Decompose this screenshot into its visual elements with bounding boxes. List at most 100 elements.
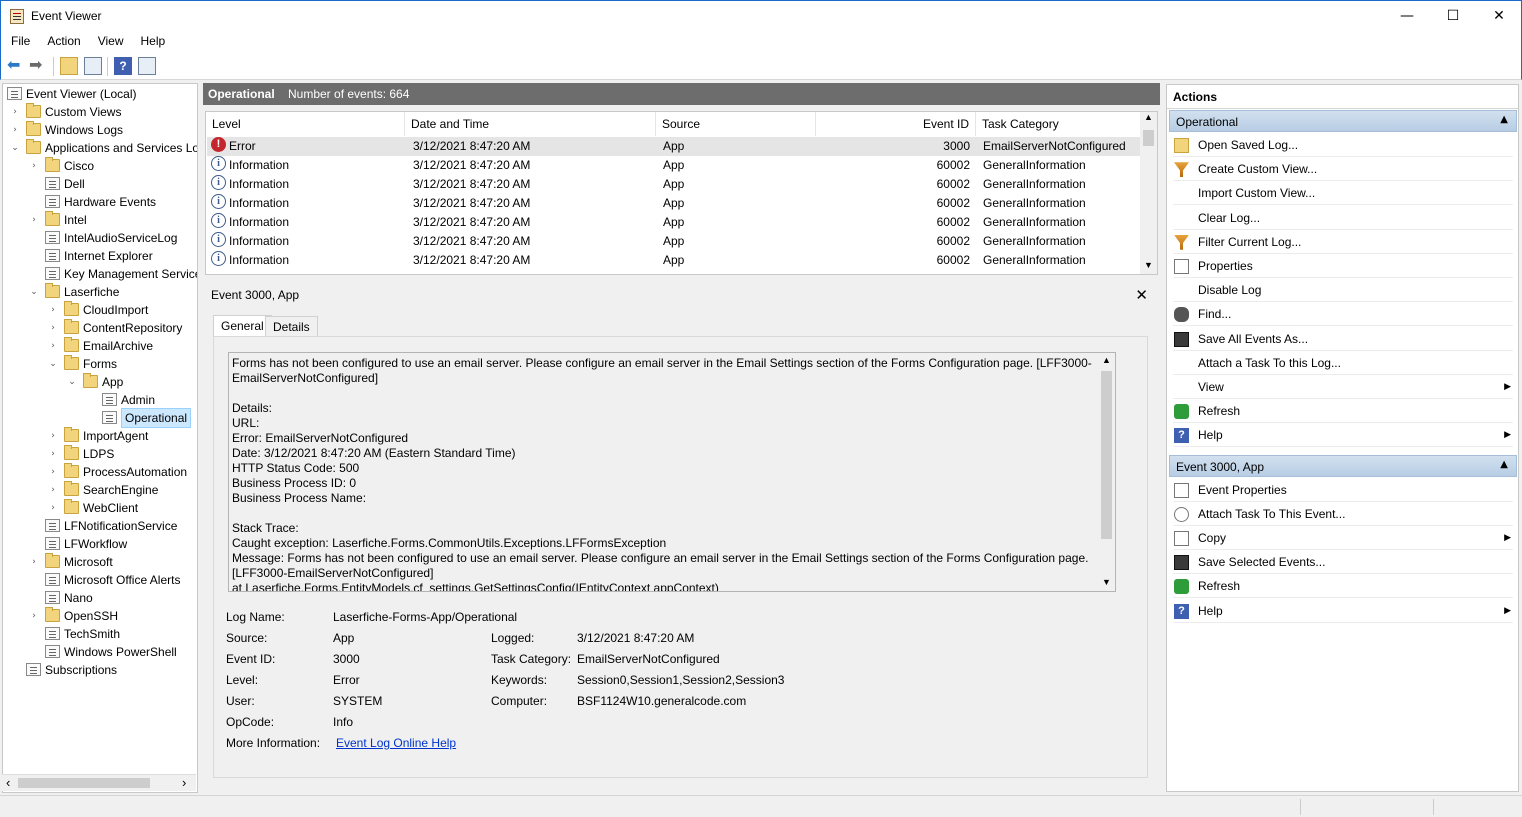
scroll-left-icon[interactable]: ‹ <box>6 775 10 790</box>
tree-item[interactable]: Subscriptions <box>3 661 197 679</box>
tree-item[interactable]: › Cisco <box>3 157 197 175</box>
tree-item[interactable]: › WebClient <box>3 499 197 517</box>
tree-item[interactable]: TechSmith <box>3 625 197 643</box>
tree-item[interactable]: › OpenSSH <box>3 607 197 625</box>
event-row[interactable]: i Information 3/12/2021 8:47:20 AM App Gener… <box>207 232 1141 251</box>
actions-section-header[interactable]: Event 3000, App ▲ <box>1169 454 1517 477</box>
tree-item[interactable]: LFWorkflow <box>3 535 197 553</box>
tree-item[interactable]: › ProcessAutomation <box>3 463 197 481</box>
menu-file[interactable]: File <box>1 31 37 48</box>
title-bar[interactable]: Event Viewer — ☐ ✕ <box>0 0 1522 31</box>
action-help[interactable]: ? Help ▶ <box>1173 424 1513 448</box>
tree-item[interactable]: › EmailArchive <box>3 337 197 355</box>
expand-chevron-icon[interactable]: › <box>48 481 58 499</box>
event-description[interactable]: Forms has not been configured to use an … <box>228 352 1116 592</box>
column-event-id[interactable]: Event ID <box>816 112 976 136</box>
expand-chevron-icon[interactable]: › <box>48 463 58 481</box>
event-row[interactable]: i Information 3/12/2021 8:47:20 AM App Gener… <box>207 251 1141 270</box>
collapse-chevron-icon[interactable]: ⌄ <box>10 139 20 157</box>
tree-item[interactable]: › Windows Logs <box>3 121 197 139</box>
collapse-chevron-icon[interactable]: ⌄ <box>67 373 77 391</box>
scroll-down-icon[interactable]: ▼ <box>1144 260 1153 270</box>
close-detail-icon[interactable]: ✕ <box>1135 286 1148 304</box>
action-save-all-events-as[interactable]: Save All Events As... <box>1173 328 1513 351</box>
expand-chevron-icon[interactable]: › <box>48 337 58 355</box>
tree-item[interactable]: IntelAudioServiceLog <box>3 229 197 247</box>
tree-item[interactable]: › ImportAgent <box>3 427 197 445</box>
description-scrollbar[interactable]: ▲ ▼ <box>1098 353 1115 591</box>
collapse-chevron-icon[interactable]: ⌄ <box>29 283 39 301</box>
tree-item[interactable]: LFNotificationService <box>3 517 197 535</box>
event-log-online-help-link[interactable]: Event Log Online Help <box>336 736 456 750</box>
scroll-thumb[interactable] <box>18 778 150 788</box>
expand-chevron-icon[interactable]: › <box>29 553 39 571</box>
action-attach-task-to-this-event[interactable]: Attach Task To This Event... <box>1173 503 1513 526</box>
tree-item[interactable]: › CloudImport <box>3 301 197 319</box>
expand-chevron-icon[interactable]: › <box>29 157 39 175</box>
column-level[interactable]: Level <box>206 112 405 136</box>
tree-item[interactable]: Microsoft Office Alerts <box>3 571 197 589</box>
forward-arrow-icon[interactable]: ➡ <box>29 57 47 75</box>
action-disable-log[interactable]: Disable Log <box>1173 279 1513 303</box>
scroll-down-icon[interactable]: ▼ <box>1102 577 1111 587</box>
action-open-saved-log[interactable]: Open Saved Log... <box>1173 134 1513 157</box>
tree-item[interactable]: Dell <box>3 175 197 193</box>
menu-action[interactable]: Action <box>37 31 87 48</box>
up-folder-icon[interactable] <box>60 57 78 75</box>
action-view[interactable]: View ▶ <box>1173 376 1513 399</box>
event-row[interactable]: i Information 3/12/2021 8:47:20 AM App Gener… <box>207 156 1141 175</box>
show-hide-action-pane-icon[interactable] <box>138 57 156 75</box>
expand-chevron-icon[interactable]: › <box>29 211 39 229</box>
tree-item[interactable]: › Custom Views <box>3 103 197 121</box>
action-event-properties[interactable]: Event Properties <box>1173 479 1513 502</box>
menu-view[interactable]: View <box>88 31 131 48</box>
action-clear-log[interactable]: Clear Log... <box>1173 207 1513 230</box>
column-date-time[interactable]: Date and Time <box>405 112 656 136</box>
tree-item[interactable]: ⌄ Laserfiche <box>3 283 197 301</box>
event-row[interactable]: i Information 3/12/2021 8:47:20 AM App Gener… <box>207 213 1141 232</box>
event-row[interactable]: ! Error 3/12/2021 8:47:20 AM App EmailServer… <box>207 137 1141 156</box>
expand-chevron-icon[interactable]: › <box>10 103 20 121</box>
action-copy[interactable]: Copy ▶ <box>1173 527 1513 550</box>
tree-item[interactable]: Operational <box>3 408 197 428</box>
tree-item[interactable]: Nano <box>3 589 197 607</box>
event-row[interactable]: i Information 3/12/2021 8:47:20 AM App Gener… <box>207 194 1141 213</box>
tree-item[interactable]: › Microsoft <box>3 553 197 571</box>
action-filter-current-log[interactable]: Filter Current Log... <box>1173 231 1513 254</box>
tab-details[interactable]: Details <box>265 316 318 337</box>
action-import-custom-view[interactable]: Import Custom View... <box>1173 182 1513 206</box>
back-arrow-icon[interactable]: ⬅ <box>7 57 25 75</box>
show-hide-tree-icon[interactable] <box>84 57 102 75</box>
tree-item[interactable]: › SearchEngine <box>3 481 197 499</box>
menu-help[interactable]: Help <box>131 31 173 48</box>
tree-item[interactable]: › ContentRepository <box>3 319 197 337</box>
tree-item[interactable]: Windows PowerShell <box>3 643 197 661</box>
expand-chevron-icon[interactable]: › <box>48 319 58 337</box>
expand-chevron-icon[interactable]: › <box>10 121 20 139</box>
tree-item[interactable]: ⌄ Applications and Services Lo <box>3 139 197 157</box>
scroll-right-icon[interactable]: › <box>182 775 186 790</box>
expand-chevron-icon[interactable]: › <box>48 427 58 445</box>
tree-horizontal-scrollbar[interactable]: ‹ › <box>2 774 196 791</box>
expand-chevron-icon[interactable]: › <box>29 607 39 625</box>
expand-chevron-icon[interactable]: › <box>48 445 58 463</box>
collapse-chevron-icon[interactable]: ⌄ <box>48 355 58 373</box>
action-save-selected-events[interactable]: Save Selected Events... <box>1173 551 1513 575</box>
collapse-section-icon[interactable]: ▲ <box>1500 459 1508 470</box>
minimize-button[interactable]: — <box>1384 1 1430 31</box>
maximize-button[interactable]: ☐ <box>1430 1 1476 31</box>
action-refresh[interactable]: Refresh <box>1173 400 1513 424</box>
tree-item[interactable]: ⌄ App <box>3 373 197 391</box>
column-task-category[interactable]: Task Category <box>976 112 1141 136</box>
expand-chevron-icon[interactable]: › <box>48 301 58 319</box>
tree-item[interactable]: Event Viewer (Local) <box>3 85 197 103</box>
tree-item[interactable]: ⌄ Forms <box>3 355 197 373</box>
tree-item[interactable]: › LDPS <box>3 445 197 463</box>
action-refresh[interactable]: Refresh <box>1173 575 1513 599</box>
help-icon[interactable]: ? <box>114 57 132 75</box>
scroll-up-icon[interactable]: ▲ <box>1102 355 1111 365</box>
action-find[interactable]: Find... <box>1173 303 1513 327</box>
tree-item[interactable]: Key Management Service <box>3 265 197 283</box>
event-row[interactable]: i Information 3/12/2021 8:47:20 AM App Gener… <box>207 175 1141 194</box>
tab-general[interactable]: General <box>213 315 272 337</box>
